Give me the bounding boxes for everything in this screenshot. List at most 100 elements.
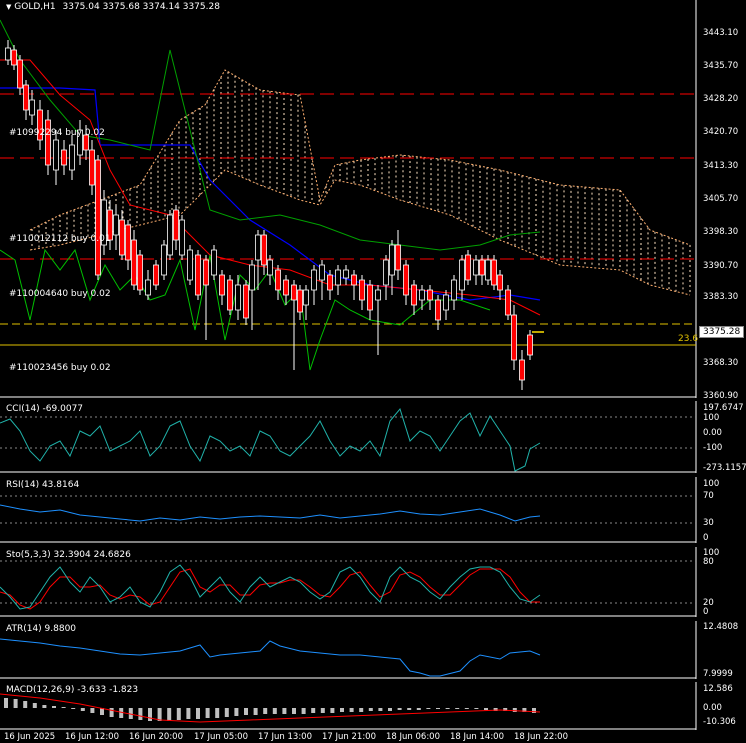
price-axis-label: 3383.30 (703, 292, 739, 302)
macd-bar (148, 708, 152, 721)
candle-body (211, 249, 217, 276)
macd-bar (445, 708, 450, 709)
candle-body (255, 234, 261, 261)
candle-body (505, 289, 511, 316)
candle-body (359, 279, 365, 301)
candle-body (459, 259, 465, 291)
sto-title: Sto(5,3,3) 32.3904 24.6826 (6, 550, 131, 560)
candle-body (291, 284, 297, 301)
macd-bar (61, 707, 66, 708)
candle-body (45, 119, 51, 166)
current-price-badge: 3375.28 (699, 326, 745, 338)
candle-body (327, 274, 333, 291)
atr-panel[interactable] (0, 621, 746, 679)
macd-bar (320, 708, 325, 713)
candle-body (411, 284, 417, 306)
macd-bar (138, 708, 143, 720)
macd-bar (397, 708, 402, 710)
macd-bar (215, 708, 220, 718)
candle-body (527, 334, 533, 356)
candle-body (53, 139, 59, 171)
macd-title: MACD(12,26,9) -3.633 -1.823 (6, 685, 139, 695)
candle-body (519, 359, 525, 381)
candle-body (131, 239, 137, 286)
price-axis-label: 3413.30 (703, 161, 739, 171)
candle-body (137, 254, 143, 291)
candle-body (267, 259, 273, 276)
order-label[interactable]: #110012112 buy 0.01 (9, 234, 111, 244)
cci-level: -100 (703, 443, 723, 453)
rsi-line (0, 504, 541, 522)
macd-bar (224, 708, 229, 717)
cci-level: -273.1157 (703, 463, 746, 473)
macd-bar (407, 708, 412, 710)
rsi-level: 30 (703, 518, 714, 528)
rsi-level: 0 (703, 533, 709, 543)
macd-bar (416, 708, 421, 710)
cci-level: 100 (703, 413, 720, 423)
macd-bar (484, 708, 488, 710)
price-axis-label: 3443.10 (703, 28, 739, 38)
macd-bar (23, 701, 28, 708)
macd-histogram (4, 698, 536, 721)
time-axis-label: 17 Jun 05:00 (194, 732, 248, 742)
sto-level: 80 (703, 557, 714, 567)
candle-body (113, 214, 119, 236)
macd-bar (80, 708, 85, 711)
macd-level: -10.306 (703, 717, 736, 727)
macd-bar (388, 708, 392, 711)
candle-body (69, 144, 75, 171)
order-label[interactable]: #110004640 buy 0.02 (9, 289, 111, 299)
price-axis-label: 3360.90 (703, 391, 739, 401)
candle-body (23, 84, 29, 111)
candle-body (203, 259, 209, 286)
candle-body (261, 234, 267, 266)
cci-panel[interactable] (0, 401, 746, 473)
macd-bar (292, 708, 296, 714)
macd-bar (359, 708, 364, 712)
order-label[interactable]: #10992294 buy 0.02 (9, 128, 105, 138)
candle-body (319, 264, 325, 281)
candle-body (227, 279, 233, 311)
cci-level: 197.6747 (703, 403, 744, 413)
macd-bar (176, 708, 181, 720)
candle-body (145, 279, 151, 296)
candle-body (351, 274, 357, 286)
macd-bar (368, 708, 373, 711)
price-axis-label: 3390.70 (703, 261, 739, 271)
cci-title: CCI(14) -69.0077 (6, 404, 84, 414)
macd-level: 12.586 (703, 684, 733, 694)
candle-body (153, 264, 159, 286)
macd-bar (244, 708, 248, 715)
macd-bar (474, 708, 479, 709)
rsi-level: 100 (703, 479, 720, 489)
time-axis-label: 17 Jun 21:00 (322, 732, 376, 742)
candle-body (11, 49, 17, 66)
order-label[interactable]: #110023456 buy 0.02 (9, 363, 111, 373)
candle-body (187, 249, 193, 281)
macd-bar (205, 708, 210, 718)
candle-body (479, 259, 485, 276)
macd-bar (157, 708, 162, 721)
candle-body (125, 224, 131, 261)
price-chart[interactable] (0, 0, 746, 398)
candle-body (511, 314, 517, 361)
candle-body (219, 274, 225, 296)
candles (5, 40, 544, 390)
ichimoku-cloud (29, 69, 691, 296)
candle-body (367, 284, 373, 311)
macd-bar (512, 708, 517, 712)
candle-body (275, 269, 281, 291)
rsi-panel[interactable] (0, 477, 746, 543)
candle-body (167, 214, 173, 256)
candle-body (427, 289, 433, 301)
macd-bar (301, 708, 306, 714)
candle-body (419, 289, 425, 301)
candle-body (491, 259, 497, 286)
candle-body (473, 259, 479, 276)
price-axis-label: 3368.30 (703, 358, 739, 368)
macd-bar (426, 708, 431, 709)
time-axis-label: 17 Jun 13:00 (258, 732, 312, 742)
atr-level: 12.4808 (703, 622, 739, 632)
cci-line (0, 407, 541, 472)
